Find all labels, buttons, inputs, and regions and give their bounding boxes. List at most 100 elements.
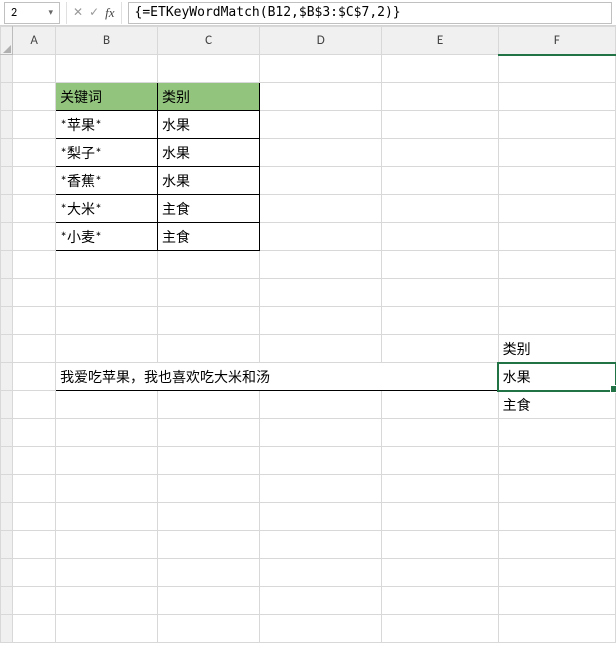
keyword-cell[interactable]: *梨子* [56,139,158,167]
col-header-E[interactable]: E [382,27,498,55]
row-header[interactable] [1,55,13,83]
cell[interactable] [260,223,382,251]
row-header[interactable] [1,391,13,419]
cell[interactable] [158,531,260,559]
keyword-cell[interactable]: *小麦* [56,223,158,251]
result-cell[interactable]: 主食 [498,391,615,419]
cell[interactable] [498,475,615,503]
cell[interactable] [260,587,382,615]
keyword-table-header-keyword[interactable]: 关键词 [56,83,158,111]
col-header-B[interactable]: B [56,27,158,55]
cell[interactable] [382,307,498,335]
cell[interactable] [56,587,158,615]
cell[interactable] [13,391,56,419]
cell[interactable] [158,447,260,475]
cell[interactable] [260,83,382,111]
cell[interactable] [13,587,56,615]
cell[interactable] [158,503,260,531]
cell[interactable] [13,139,56,167]
col-header-D[interactable]: D [260,27,382,55]
cell[interactable] [13,335,56,363]
cell[interactable] [13,615,56,643]
cell[interactable] [158,279,260,307]
cell[interactable] [260,559,382,587]
cell[interactable] [260,195,382,223]
sentence-cell[interactable]: 我爱吃苹果，我也喜欢吃大米和汤 [56,363,499,391]
cell[interactable] [260,251,382,279]
spreadsheet-grid[interactable]: A B C D E F 关键词 类别 [0,26,616,672]
row-header[interactable] [1,475,13,503]
row-header[interactable] [1,615,13,643]
cell[interactable] [498,139,615,167]
cell[interactable] [56,391,158,419]
row-header[interactable] [1,195,13,223]
cell[interactable] [158,615,260,643]
keyword-table-header-category[interactable]: 类别 [158,83,260,111]
row-header[interactable] [1,531,13,559]
cell[interactable] [382,419,498,447]
cell[interactable] [13,55,56,83]
cell[interactable] [56,447,158,475]
cell[interactable] [13,503,56,531]
category-cell[interactable]: 主食 [158,223,260,251]
cell[interactable] [158,307,260,335]
col-header-C[interactable]: C [158,27,260,55]
cell[interactable] [382,335,498,363]
cell[interactable] [13,111,56,139]
cell[interactable] [382,447,498,475]
cell[interactable] [382,531,498,559]
cell[interactable] [498,419,615,447]
cell[interactable] [56,419,158,447]
row-header[interactable] [1,447,13,475]
cell[interactable] [498,307,615,335]
cell[interactable] [260,391,382,419]
cell[interactable] [498,55,615,83]
cell[interactable] [498,223,615,251]
cell[interactable] [498,587,615,615]
cell[interactable] [158,251,260,279]
cell[interactable] [260,279,382,307]
cell[interactable] [260,139,382,167]
cell[interactable] [13,251,56,279]
cancel-icon[interactable]: ✕ [73,5,83,20]
col-header-A[interactable]: A [13,27,56,55]
cell[interactable] [382,475,498,503]
cell[interactable] [382,587,498,615]
cell[interactable] [260,615,382,643]
cell[interactable] [13,531,56,559]
row-header[interactable] [1,251,13,279]
name-box[interactable]: 2 ▾ [4,2,60,24]
row-header[interactable] [1,559,13,587]
cell[interactable] [382,111,498,139]
cell[interactable] [13,279,56,307]
cell[interactable] [382,251,498,279]
cell[interactable] [498,111,615,139]
row-header[interactable] [1,587,13,615]
category-cell[interactable]: 水果 [158,111,260,139]
row-header[interactable] [1,335,13,363]
row-header[interactable] [1,503,13,531]
cell[interactable] [498,531,615,559]
cell[interactable] [498,615,615,643]
cell[interactable] [56,531,158,559]
cell[interactable] [498,83,615,111]
cell[interactable] [498,251,615,279]
cell[interactable] [498,559,615,587]
row-header[interactable] [1,167,13,195]
formula-input[interactable]: {=ETKeyWordMatch(B12,$B$3:$C$7,2)} [128,2,612,24]
row-header[interactable] [1,307,13,335]
keyword-cell[interactable]: *苹果* [56,111,158,139]
cell[interactable] [13,223,56,251]
cell[interactable] [498,195,615,223]
category-cell[interactable]: 水果 [158,139,260,167]
select-all-corner[interactable] [1,27,13,55]
cell[interactable] [56,55,158,83]
cell[interactable] [56,335,158,363]
cell[interactable] [498,279,615,307]
row-header[interactable] [1,111,13,139]
cell[interactable] [56,251,158,279]
cell[interactable] [498,167,615,195]
cell[interactable] [260,307,382,335]
cell[interactable] [382,559,498,587]
cell[interactable] [260,531,382,559]
